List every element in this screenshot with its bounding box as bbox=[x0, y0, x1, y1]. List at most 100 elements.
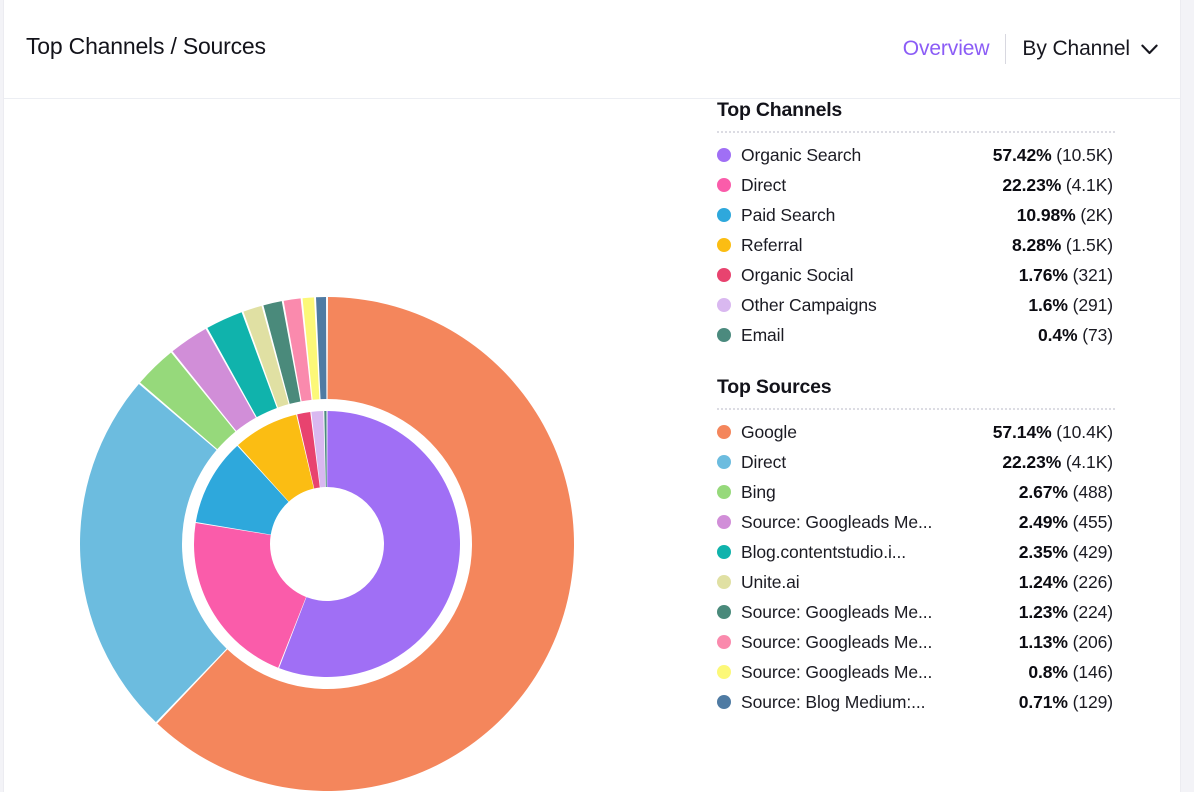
legend-color-dot-icon bbox=[717, 515, 731, 529]
channel-legend-values: 22.23% (4.1K) bbox=[1002, 175, 1113, 196]
source-legend-label: Direct bbox=[741, 452, 786, 473]
legend-color-dot-icon bbox=[717, 545, 731, 559]
channel-legend-item[interactable]: Email 0.4% (73) bbox=[717, 320, 1113, 350]
channel-legend-percent: 22.23% bbox=[1002, 175, 1061, 195]
source-legend-label: Source: Googleads Me... bbox=[741, 512, 932, 533]
source-legend-percent: 2.49% bbox=[1019, 512, 1068, 532]
channel-legend-item[interactable]: Direct22.23% (4.1K) bbox=[717, 170, 1113, 200]
top-channels-section: Top Channels Organic Search57.42% (10.5K… bbox=[717, 99, 1117, 350]
source-legend-item[interactable]: Blog.contentstudio.i...2.35% (429) bbox=[717, 537, 1113, 567]
top-sources-section: Top Sources Google57.14% (10.4K)Direct22… bbox=[717, 376, 1117, 717]
channel-legend-label: Other Campaigns bbox=[741, 295, 877, 316]
source-legend-percent: 0.71% bbox=[1019, 692, 1068, 712]
source-legend-item[interactable]: Direct22.23% (4.1K) bbox=[717, 447, 1113, 477]
donut-chart-svg bbox=[4, 99, 664, 792]
legend-panel: Top Channels Organic Search57.42% (10.5K… bbox=[717, 99, 1117, 721]
legend-color-dot-icon bbox=[717, 238, 731, 252]
source-legend-item[interactable]: Source: Googleads Me... 1.13% (206) bbox=[717, 627, 1113, 657]
channel-legend-count: (1.5K) bbox=[1061, 235, 1113, 255]
channel-legend-count: (291) bbox=[1068, 295, 1113, 315]
source-legend-values: 1.24% (226) bbox=[1019, 572, 1113, 593]
source-legend-label: Unite.ai bbox=[741, 572, 800, 593]
channel-legend-count: (321) bbox=[1068, 265, 1113, 285]
source-legend-values: 0.71% (129) bbox=[1019, 692, 1113, 713]
channel-legend-item[interactable]: Organic Social1.76% (321) bbox=[717, 260, 1113, 290]
donut-chart bbox=[4, 99, 664, 792]
tab-overview[interactable]: Overview bbox=[903, 37, 1006, 61]
inner-ring-channels bbox=[194, 411, 460, 677]
source-legend-percent: 2.67% bbox=[1019, 482, 1068, 502]
legend-color-dot-icon bbox=[717, 268, 731, 282]
legend-color-dot-icon bbox=[717, 298, 731, 312]
chevron-down-icon bbox=[1141, 44, 1158, 55]
channel-legend-item[interactable]: Paid Search 10.98% (2K) bbox=[717, 200, 1113, 230]
source-legend-item[interactable]: Source: Googleads Me...2.49% (455) bbox=[717, 507, 1113, 537]
source-legend-item[interactable]: Google 57.14% (10.4K) bbox=[717, 417, 1113, 447]
source-legend-count: (226) bbox=[1068, 572, 1113, 592]
channel-legend-percent: 57.42% bbox=[993, 145, 1052, 165]
legend-color-dot-icon bbox=[717, 425, 731, 439]
legend-color-dot-icon bbox=[717, 635, 731, 649]
channel-legend-label: Referral bbox=[741, 235, 802, 256]
page-title: Top Channels / Sources bbox=[26, 33, 266, 60]
top-sources-list: Google57.14% (10.4K)Direct22.23% (4.1K)B… bbox=[717, 417, 1117, 717]
channel-legend-label: Organic Search bbox=[741, 145, 861, 166]
channel-legend-values: 8.28% (1.5K) bbox=[1012, 235, 1113, 256]
legend-color-dot-icon bbox=[717, 575, 731, 589]
source-legend-label: Google bbox=[741, 422, 797, 443]
source-legend-percent: 1.23% bbox=[1019, 602, 1068, 622]
by-channel-dropdown[interactable]: By Channel bbox=[1006, 37, 1158, 61]
source-legend-label: Source: Googleads Me... bbox=[741, 602, 932, 623]
channel-legend-percent: 8.28% bbox=[1012, 235, 1061, 255]
channel-legend-count: (2K) bbox=[1076, 205, 1113, 225]
channel-legend-label: Email bbox=[741, 325, 784, 346]
source-legend-label: Bing bbox=[741, 482, 776, 503]
source-legend-values: 2.67% (488) bbox=[1019, 482, 1113, 503]
channel-legend-values: 10.98% (2K) bbox=[1017, 205, 1113, 226]
source-legend-item[interactable]: Bing 2.67% (488) bbox=[717, 477, 1113, 507]
top-channels-sources-card: Top Channels / Sources Overview By Chann… bbox=[3, 0, 1181, 792]
channel-legend-item[interactable]: Organic Search 57.42% (10.5K) bbox=[717, 140, 1113, 170]
legend-color-dot-icon bbox=[717, 695, 731, 709]
legend-color-dot-icon bbox=[717, 328, 731, 342]
source-legend-count: (224) bbox=[1068, 602, 1113, 622]
source-legend-percent: 0.8% bbox=[1028, 662, 1068, 682]
source-legend-count: (129) bbox=[1068, 692, 1113, 712]
top-channels-list: Organic Search 57.42% (10.5K) Direct22.23%… bbox=[717, 140, 1117, 350]
source-legend-percent: 57.14% bbox=[993, 422, 1052, 442]
source-legend-item[interactable]: Source: Googleads Me... 1.23% (224) bbox=[717, 597, 1113, 627]
source-legend-label: Source: Googleads Me... bbox=[741, 662, 932, 683]
legend-color-dot-icon bbox=[717, 148, 731, 162]
source-legend-item[interactable]: Source: Googleads Me...0.8% (146) bbox=[717, 657, 1113, 687]
source-legend-count: (10.4K) bbox=[1052, 422, 1113, 442]
legend-color-dot-icon bbox=[717, 208, 731, 222]
source-legend-values: 1.23% (224) bbox=[1019, 602, 1113, 623]
source-legend-label: Source: Googleads Me... bbox=[741, 632, 932, 653]
legend-color-dot-icon bbox=[717, 178, 731, 192]
legend-color-dot-icon bbox=[717, 605, 731, 619]
channel-legend-label: Paid Search bbox=[741, 205, 835, 226]
channel-legend-percent: 0.4% bbox=[1038, 325, 1078, 345]
legend-color-dot-icon bbox=[717, 665, 731, 679]
source-legend-count: (429) bbox=[1068, 542, 1113, 562]
section-divider bbox=[717, 408, 1115, 410]
source-legend-count: (488) bbox=[1068, 482, 1113, 502]
source-legend-values: 2.35% (429) bbox=[1019, 542, 1113, 563]
source-legend-percent: 1.24% bbox=[1019, 572, 1068, 592]
legend-color-dot-icon bbox=[717, 455, 731, 469]
source-legend-item[interactable]: Source: Blog Medium:...0.71% (129) bbox=[717, 687, 1113, 717]
source-legend-values: 1.13% (206) bbox=[1019, 632, 1113, 653]
channel-legend-values: 1.6% (291) bbox=[1028, 295, 1113, 316]
source-legend-item[interactable]: Unite.ai 1.24% (226) bbox=[717, 567, 1113, 597]
source-legend-percent: 22.23% bbox=[1002, 452, 1061, 472]
outer-ring-sources bbox=[80, 297, 574, 791]
header-controls: Overview By Channel bbox=[903, 32, 1158, 66]
channel-legend-count: (73) bbox=[1078, 325, 1113, 345]
section-divider bbox=[717, 131, 1115, 133]
channel-legend-item[interactable]: Referral 8.28% (1.5K) bbox=[717, 230, 1113, 260]
card-body: Top Channels Organic Search57.42% (10.5K… bbox=[4, 99, 1180, 792]
channel-legend-percent: 1.76% bbox=[1019, 265, 1068, 285]
channel-legend-item[interactable]: Other Campaigns 1.6% (291) bbox=[717, 290, 1113, 320]
channel-legend-count: (10.5K) bbox=[1052, 145, 1113, 165]
channel-legend-percent: 1.6% bbox=[1028, 295, 1068, 315]
